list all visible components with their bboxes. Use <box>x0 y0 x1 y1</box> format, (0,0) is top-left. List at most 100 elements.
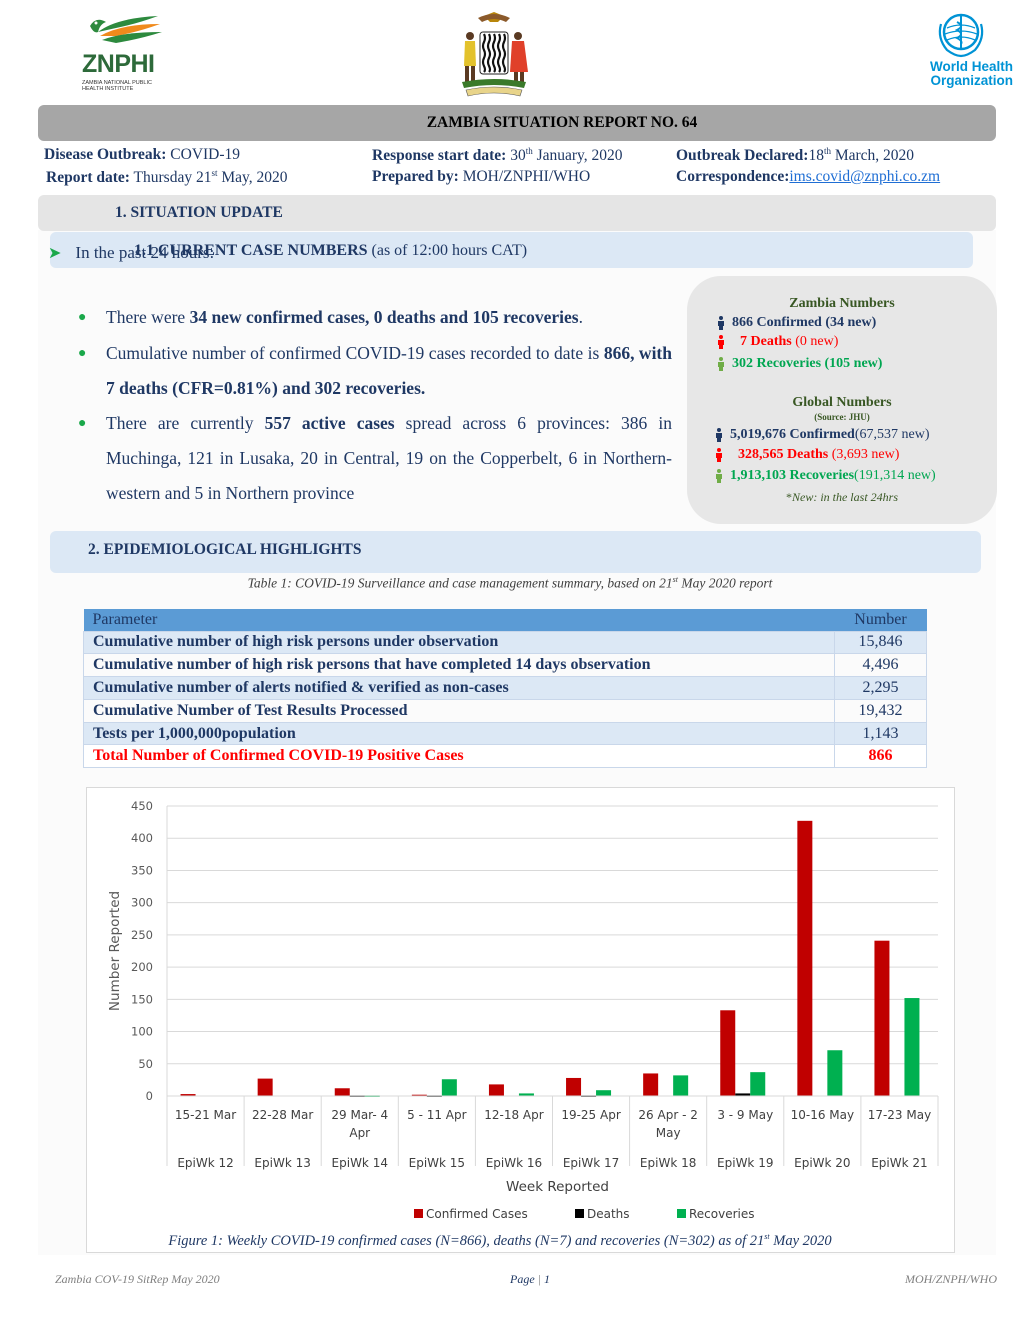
bar-recoveries <box>673 1075 689 1096</box>
x-tick-week-label: EpiWk 21 <box>871 1156 927 1170</box>
zambia-recoveries-text: 302 Recoveries (105 new) <box>732 356 883 371</box>
bar-confirmed-cases <box>257 1078 273 1096</box>
declared-label: Outbreak Declared: <box>676 147 809 165</box>
section-epidemiological-highlights: 2. EPIDEMIOLOGICAL HIGHLIGHTS <box>50 531 981 573</box>
bullet-bold: 34 new confirmed cases, 0 deaths and 105… <box>189 307 579 327</box>
x-tick-week-label: EpiWk 16 <box>486 1156 542 1170</box>
zambia-deaths-text: 7 Deaths <box>740 334 792 349</box>
person-icon <box>718 335 724 349</box>
table-caption: Table 1: COVID-19 Surveillance and case … <box>0 575 1020 592</box>
bullet-dot-icon: ● <box>78 416 87 431</box>
global-recoveries-new: (191,314 new) <box>854 468 936 483</box>
past-24-hours-heading: ➤ In the past 24 hours: <box>48 243 214 263</box>
table-header-row: Parameter Number <box>83 609 927 631</box>
x-tick-date-label: 19-25 Apr <box>561 1108 621 1122</box>
x-tick-date-label: 26 Apr - 2 <box>638 1108 697 1122</box>
response-rest: January, 2020 <box>532 147 623 165</box>
parameter-cell: Tests per 1,000,000population <box>83 721 835 746</box>
number-cell: 4,496 <box>834 653 927 678</box>
figure-caption: Figure 1: Weekly COVID-19 confirmed case… <box>0 1232 1000 1250</box>
table-row-total: Total Number of Confirmed COVID-19 Posit… <box>83 744 927 769</box>
bar-confirmed-cases <box>334 1088 350 1096</box>
y-tick-label: 150 <box>131 992 153 1006</box>
correspondence-label: Correspondence: <box>676 168 790 185</box>
who-emblem-icon <box>938 13 984 58</box>
legend-swatch <box>414 1209 423 1218</box>
prepared-by: Prepared by: MOH/ZNPHI/WHO <box>372 168 590 186</box>
table-row: Cumulative Number of Test Results Proces… <box>83 698 927 723</box>
parameter-cell: Total Number of Confirmed COVID-19 Posit… <box>83 744 835 769</box>
figure-caption-pre: Figure 1: Weekly COVID-19 confirmed case… <box>168 1232 765 1249</box>
bullet-text: . <box>578 307 583 327</box>
znphi-subtitle: Zambia National Public Health Institute <box>82 80 152 92</box>
parameter-cell: Cumulative number of alerts notified & v… <box>83 676 835 700</box>
bar-recoveries <box>596 1090 612 1096</box>
page-sep: | <box>534 1272 544 1286</box>
legend-swatch <box>677 1209 686 1218</box>
number-cell: 15,846 <box>834 630 927 655</box>
bar-confirmed-cases <box>643 1073 659 1096</box>
correspondence-email-link[interactable]: ims.covid@znphi.co.zm <box>789 168 940 185</box>
x-tick-date-label: 10-16 May <box>791 1108 855 1122</box>
x-tick-week-label: EpiWk 15 <box>409 1156 465 1170</box>
person-icon <box>716 448 722 462</box>
who-name-line1: World Health <box>929 59 1013 74</box>
report-date-pre: Thursday 21 <box>133 169 212 187</box>
parameter-cell: Cumulative number of high risk persons t… <box>83 653 835 678</box>
chart-svg: 0 50 100 150 200 250 300 350 400 450 Number Report… <box>107 799 939 1221</box>
x-tick-week-label: EpiWk 12 <box>177 1156 233 1170</box>
table-row: Cumulative number of high risk persons t… <box>83 653 927 678</box>
footer-left: Zambia COV-19 SitRep May 2020 <box>55 1272 220 1286</box>
zambia-deaths: 7 Deaths (0 new) <box>717 334 838 350</box>
zambia-deaths-new: (0 new) <box>791 334 839 349</box>
response-label: Response start date: <box>372 147 507 165</box>
x-tick-week-label: EpiWk 20 <box>794 1156 850 1170</box>
bullet-dot-icon: ● <box>78 310 87 325</box>
global-deaths-new: (3,693 new) <box>828 447 900 462</box>
znphi-bird-icon <box>90 16 162 43</box>
person-icon <box>718 316 724 330</box>
legend-swatch <box>575 1209 584 1218</box>
bullet-cumulative: ● Cumulative number of confirmed COVID-1… <box>78 336 672 406</box>
numbers-summary-box: Zambia Numbers 866 Confirmed (34 new) 7 … <box>687 276 997 524</box>
weekly-cases-chart: 0 50 100 150 200 250 300 350 400 450 Number Report… <box>86 787 955 1253</box>
declared-rest: March, 2020 <box>830 147 915 165</box>
surveillance-summary-table: Parameter Number Cumulative number of hi… <box>83 609 927 769</box>
global-deaths-text: 328,565 Deaths <box>738 447 829 462</box>
legend-label: Recoveries <box>689 1207 755 1221</box>
column-header-parameter: Parameter <box>83 609 835 631</box>
x-tick-date-label: 15-21 Mar <box>175 1108 236 1122</box>
who-name: World Health Organization <box>917 60 1013 88</box>
bullet-active-cases: ● There are currently 557 active cases s… <box>78 406 672 511</box>
page-label: Page <box>510 1272 535 1286</box>
bullet-bold: 557 active cases <box>264 413 395 433</box>
global-confirmed-text: 5,019,676 Confirmed <box>730 427 855 442</box>
bar-recoveries <box>441 1079 457 1096</box>
y-axis-title: Number Reported <box>107 891 123 1011</box>
y-tick-label: 100 <box>131 1025 153 1039</box>
table-row: Cumulative number of alerts notified & v… <box>83 676 927 700</box>
x-tick-date-label: 5 - 11 Apr <box>407 1108 467 1122</box>
bullet-text: There were <box>106 307 190 327</box>
zambia-numbers-title: Zambia Numbers <box>789 296 895 311</box>
y-tick-label: 300 <box>131 896 153 910</box>
x-tick-week-label: EpiWk 14 <box>332 1156 388 1170</box>
bar-recoveries <box>827 1050 843 1096</box>
y-tick-label: 0 <box>146 1089 153 1103</box>
column-header-number: Number <box>834 609 927 631</box>
znphi-brand: ZNPHI <box>82 50 155 78</box>
x-tick-week-label: EpiWk 13 <box>254 1156 310 1170</box>
number-cell: 2,295 <box>834 676 927 700</box>
table-caption-post: May 2020 report <box>678 575 773 591</box>
zambia-confirmed: 866 Confirmed (34 new) <box>717 315 876 331</box>
footer-right: MOH/ZNPH/WHO <box>905 1272 997 1286</box>
x-tick-date-label: May <box>656 1126 681 1140</box>
report-title: ZAMBIA SITUATION REPORT NO. 64 <box>426 114 698 131</box>
legend-label: Deaths <box>587 1207 630 1221</box>
table-row: Cumulative number of high risk persons u… <box>83 630 927 655</box>
footnote-text: New: in the last 24hrs <box>791 490 898 504</box>
y-tick-label: 50 <box>138 1057 153 1071</box>
parameter-cell: Cumulative Number of Test Results Proces… <box>83 698 835 723</box>
section-epi-title: 2. EPIDEMIOLOGICAL HIGHLIGHTS <box>88 541 362 558</box>
report-date: Report date: Thursday 21st May, 2020 <box>46 168 288 187</box>
